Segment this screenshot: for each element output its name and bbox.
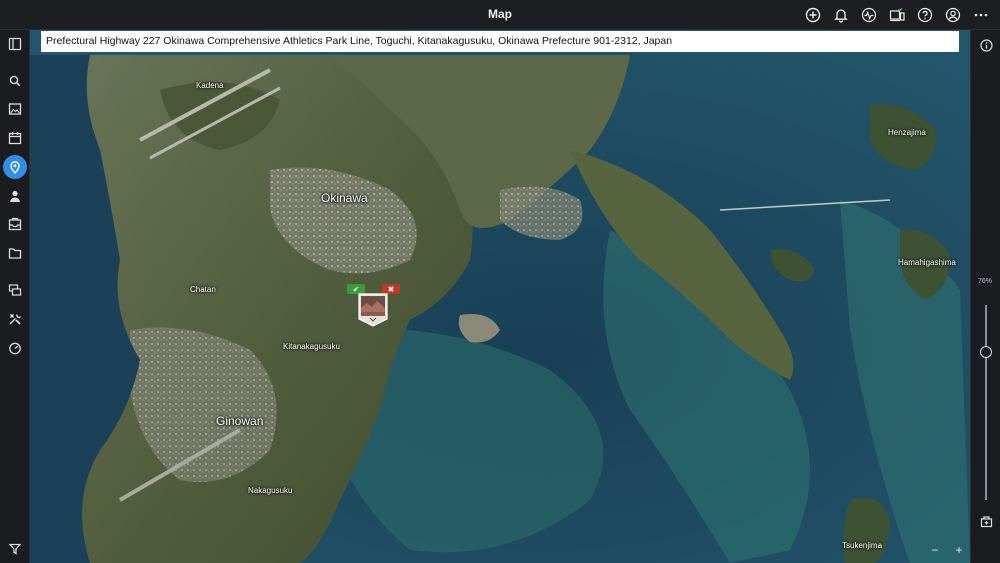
map-pin-icon[interactable]: [3, 155, 27, 179]
map-label-kitanakagusuku: Kitanakagusuku: [283, 342, 340, 351]
map-label-kadena: Kadena: [196, 81, 224, 90]
satellite-basemap: [30, 30, 970, 563]
search-icon[interactable]: [3, 69, 27, 93]
inbox-icon[interactable]: [3, 212, 27, 236]
map-canvas[interactable]: Kadena Okinawa Chatan Kitanakagusuku Gin…: [30, 30, 970, 563]
activity-icon[interactable]: [858, 4, 880, 26]
layers-icon[interactable]: [978, 513, 994, 529]
folder-icon[interactable]: [3, 241, 27, 265]
zoom-slider-track[interactable]: [985, 305, 987, 500]
panel-toggle-icon[interactable]: [3, 32, 27, 56]
add-circle-icon[interactable]: [802, 4, 824, 26]
map-label-henzajima: Henzajima: [888, 128, 926, 137]
zoom-level-label: 76%: [977, 278, 992, 285]
tools-icon[interactable]: [3, 307, 27, 331]
map-label-chatan: Chatan: [190, 285, 216, 294]
close-icon: ✖: [387, 284, 395, 294]
zoom-in-button[interactable]: +: [953, 544, 965, 556]
account-icon[interactable]: [942, 4, 964, 26]
person-icon[interactable]: [3, 184, 27, 208]
stack-icon[interactable]: [3, 278, 27, 302]
header-toolbar: [802, 4, 992, 26]
left-sidebar: [0, 30, 30, 563]
help-icon[interactable]: [914, 4, 936, 26]
right-sidebar: 76%: [970, 30, 1000, 563]
devices-icon[interactable]: [886, 4, 908, 26]
photo-marker[interactable]: [358, 293, 388, 327]
address-bar[interactable]: Prefectural Highway 227 Okinawa Comprehe…: [41, 31, 959, 52]
map-label-nakagusuku: Nakagusuku: [248, 486, 293, 495]
map-label-okinawa: Okinawa: [321, 191, 368, 205]
calendar-icon[interactable]: [3, 126, 27, 150]
image-icon[interactable]: [3, 97, 27, 121]
bell-icon[interactable]: [830, 4, 852, 26]
map-label-hamahigashima: Hamahigashima: [898, 258, 956, 267]
map-label-ginowan: Ginowan: [216, 414, 264, 428]
more-icon[interactable]: [970, 4, 992, 26]
zoom-slider-thumb[interactable]: [980, 346, 992, 358]
zoom-out-button[interactable]: −: [929, 544, 941, 556]
map-label-tsukenjima: Tsukenjima: [842, 541, 883, 550]
title-bar: Map: [0, 0, 1000, 30]
filter-icon[interactable]: [3, 537, 27, 561]
gauge-icon[interactable]: [3, 336, 27, 360]
info-icon[interactable]: [978, 37, 994, 53]
